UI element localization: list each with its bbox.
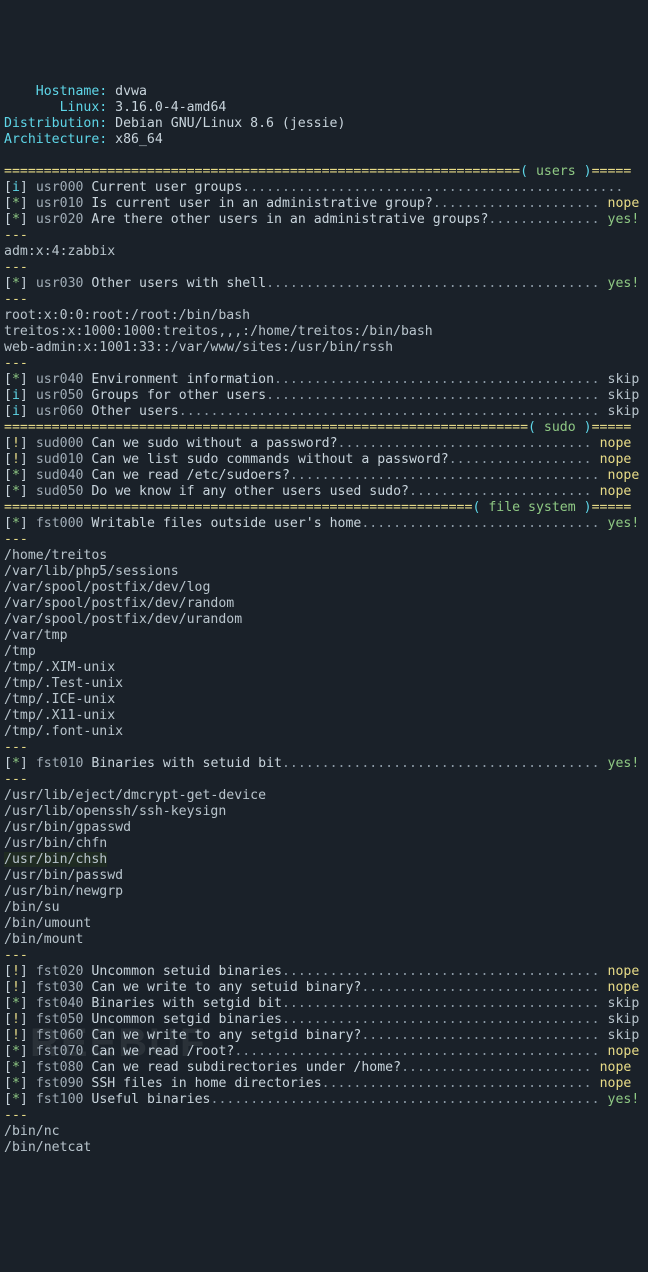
writable-path: /tmp/.ICE-unix <box>4 692 115 707</box>
setuid-path: /usr/bin/passwd <box>4 868 123 883</box>
setuid-path-highlighted: /usr/bin/chsh <box>4 852 107 867</box>
distribution-value: Debian GNU/Linux 8.6 (jessie) <box>115 116 345 131</box>
section-divider-sudo: ========================================… <box>4 420 631 435</box>
check-usr030: [*] usr030 Other users with shell.......… <box>4 276 639 291</box>
setuid-path: /usr/lib/openssh/ssh-keysign <box>4 804 226 819</box>
check-fst000: [*] fst000 Writable files outside user's… <box>4 516 639 531</box>
check-usr000: [i] usr000 Current user groups..........… <box>4 180 623 195</box>
setuid-path: /bin/umount <box>4 916 91 931</box>
check-usr020: [*] usr020 Are there other users in an a… <box>4 212 639 227</box>
linux-value: 3.16.0-4-amd64 <box>115 100 226 115</box>
setuid-path: /usr/lib/eject/dmcrypt-get-device <box>4 788 266 803</box>
writable-path: /var/spool/postfix/dev/log <box>4 580 210 595</box>
writable-path: /tmp <box>4 644 36 659</box>
hostname-label: Hostname: <box>4 84 107 100</box>
writable-path: /tmp/.Test-unix <box>4 676 123 691</box>
writable-path: /var/tmp <box>4 628 68 643</box>
check-sud000: [!] sud000 Can we sudo without a passwor… <box>4 436 631 451</box>
passwd-entry: web-admin:x:1001:33::/var/www/sites:/usr… <box>4 340 393 355</box>
hostname-value: dvwa <box>115 84 147 99</box>
check-fst060: [!] fst060 Can we write to any setgid bi… <box>4 1028 639 1043</box>
passwd-entry: treitos:x:1000:1000:treitos,,,:/home/tre… <box>4 324 433 339</box>
setuid-path: /usr/bin/newgrp <box>4 884 123 899</box>
adm-group-entry: adm:x:4:zabbix <box>4 244 115 259</box>
check-usr010: [*] usr010 Is current user in an adminis… <box>4 196 639 211</box>
writable-path: /tmp/.font-unix <box>4 724 123 739</box>
dash-sep: --- <box>4 356 28 371</box>
check-fst010: [*] fst010 Binaries with setuid bit.....… <box>4 756 639 771</box>
setuid-path: /usr/bin/gpasswd <box>4 820 131 835</box>
dash-sep: --- <box>4 292 28 307</box>
architecture-label: Architecture: <box>4 132 107 148</box>
writable-path: /home/treitos <box>4 548 107 563</box>
dash-sep: --- <box>4 532 28 547</box>
useful-binary-path: /bin/nc <box>4 1124 60 1139</box>
useful-binary-path: /bin/netcat <box>4 1140 91 1155</box>
dash-sep: --- <box>4 228 28 243</box>
writable-path: /var/spool/postfix/dev/urandom <box>4 612 242 627</box>
writable-path: /var/lib/php5/sessions <box>4 564 179 579</box>
dash-sep: --- <box>4 948 28 963</box>
setuid-path: /bin/su <box>4 900 60 915</box>
setuid-path: /bin/mount <box>4 932 83 947</box>
check-sud040: [*] sud040 Can we read /etc/sudoers?....… <box>4 468 639 483</box>
check-fst040: [*] fst040 Binaries with setgid bit.....… <box>4 996 639 1011</box>
check-usr050: [i] usr050 Groups for other users.......… <box>4 388 639 403</box>
dash-sep: --- <box>4 772 28 787</box>
writable-path: /tmp/.X11-unix <box>4 708 115 723</box>
writable-path: /tmp/.XIM-unix <box>4 660 115 675</box>
check-usr060: [i] usr060 Other users..................… <box>4 404 639 419</box>
section-divider-users: ========================================… <box>4 164 631 179</box>
check-fst050: [!] fst050 Uncommon setgid binaries.....… <box>4 1012 639 1027</box>
check-fst030: [!] fst030 Can we write to any setuid bi… <box>4 980 639 995</box>
check-fst100: [*] fst100 Useful binaries..............… <box>4 1092 639 1107</box>
setuid-path: /usr/bin/chfn <box>4 836 107 851</box>
writable-path: /var/spool/postfix/dev/random <box>4 596 234 611</box>
linux-label: Linux: <box>4 100 107 116</box>
check-fst070: [*] fst070 Can we read /root?...........… <box>4 1044 639 1059</box>
dash-sep: --- <box>4 260 28 275</box>
passwd-entry: root:x:0:0:root:/root:/bin/bash <box>4 308 250 323</box>
check-fst020: [!] fst020 Uncommon setuid binaries.....… <box>4 964 639 979</box>
dash-sep: --- <box>4 1108 28 1123</box>
distribution-label: Distribution: <box>4 116 107 132</box>
architecture-value: x86_64 <box>115 132 163 147</box>
check-fst090: [*] fst090 SSH files in home directories… <box>4 1076 631 1091</box>
check-usr040: [*] usr040 Environment information......… <box>4 372 639 387</box>
check-fst080: [*] fst080 Can we read subdirectories un… <box>4 1060 631 1075</box>
check-sud010: [!] sud010 Can we list sudo commands wit… <box>4 452 631 467</box>
section-divider-filesystem: ========================================… <box>4 500 631 515</box>
dash-sep: --- <box>4 740 28 755</box>
check-sud050: [*] sud050 Do we know if any other users… <box>4 484 631 499</box>
terminal-output: Hostname: dvwa Linux: 3.16.0-4-amd64 Dis… <box>4 68 648 1156</box>
